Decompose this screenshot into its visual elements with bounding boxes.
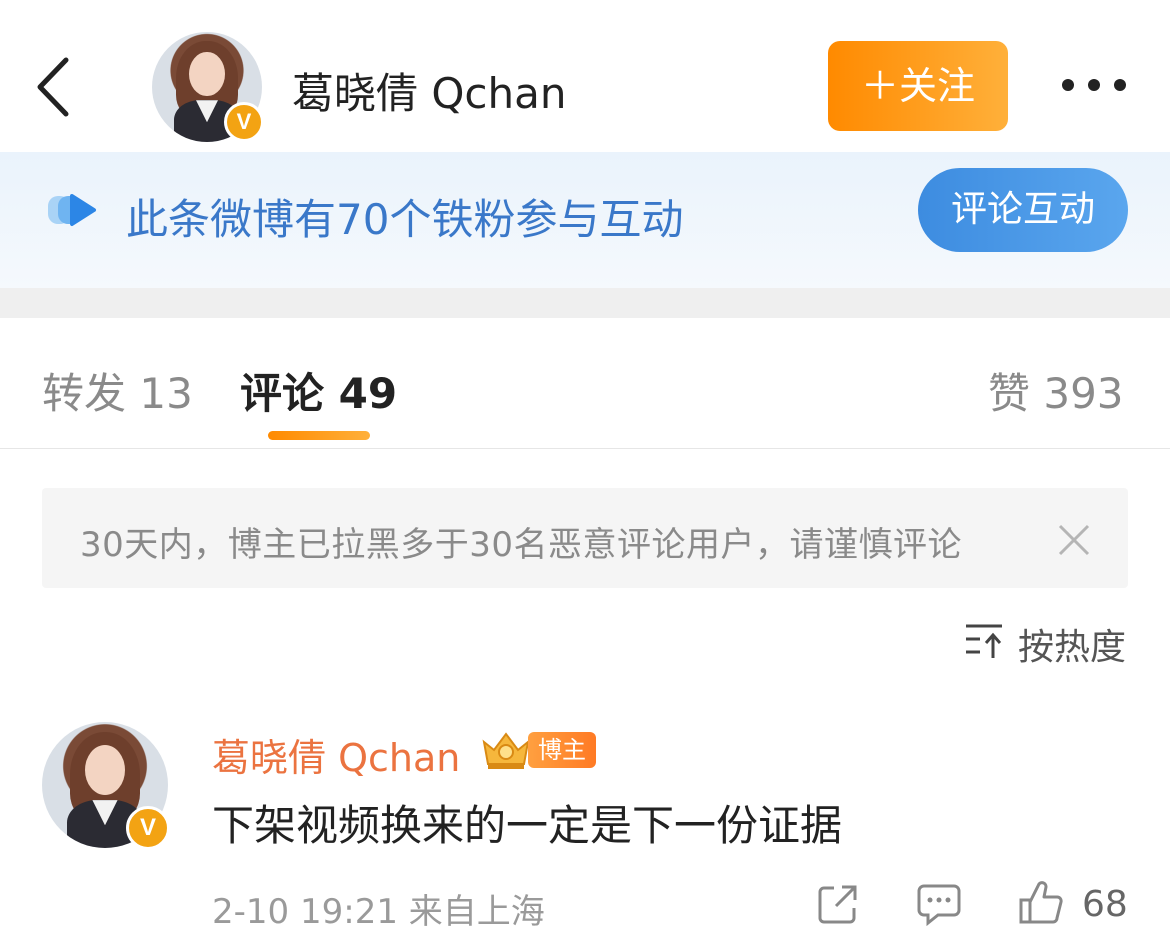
close-icon (1058, 524, 1090, 556)
comment-user-name[interactable]: 葛晓倩 Qchan (212, 727, 460, 782)
verified-badge-icon: V (224, 102, 264, 142)
comment-avatar[interactable]: V (42, 722, 170, 850)
chevron-left-icon (37, 57, 69, 117)
notice-text: 30天内，博主已拉黑多于30名恶意评论用户，请谨慎评论 (80, 525, 963, 565)
follow-button[interactable]: ＋关注 (828, 41, 1008, 131)
section-divider (0, 288, 1170, 318)
more-button[interactable] (1058, 62, 1130, 108)
tab-repost[interactable]: 转发 13 (42, 360, 193, 421)
back-button[interactable] (28, 52, 88, 122)
verified-badge-icon: V (126, 806, 170, 850)
sort-icon[interactable] (964, 622, 1004, 660)
more-dots-icon (1062, 79, 1126, 91)
active-tab-indicator (268, 431, 370, 440)
share-icon (818, 885, 857, 924)
tab-like[interactable]: 赞 393 (988, 360, 1124, 421)
header-avatar[interactable]: V (152, 32, 264, 142)
tab-divider (0, 448, 1170, 449)
share-button[interactable] (816, 882, 860, 926)
crown-icon (480, 728, 532, 770)
play-badge-icon (48, 193, 102, 227)
like-button[interactable] (1018, 880, 1064, 926)
tab-comment[interactable]: 评论 49 (240, 360, 397, 421)
comment-text: 下架视频换来的一定是下一份证据 (212, 801, 843, 850)
sort-by-heat[interactable]: 按热度 (1018, 618, 1126, 670)
author-badge: 博主 (528, 732, 596, 768)
comment-icon (917, 884, 961, 927)
thumbs-up-icon (1019, 881, 1063, 924)
reply-button[interactable] (916, 882, 962, 927)
comment-meta: 2-10 19:21 来自上海 (212, 892, 545, 932)
header-user-name[interactable]: 葛晓倩 Qchan (292, 60, 566, 121)
like-count: 68 (1082, 884, 1128, 925)
comment-interact-button[interactable]: 评论互动 (918, 168, 1128, 252)
close-button[interactable] (1054, 520, 1094, 560)
banner-text: 此条微博有70个铁粉参与互动 (126, 195, 684, 244)
